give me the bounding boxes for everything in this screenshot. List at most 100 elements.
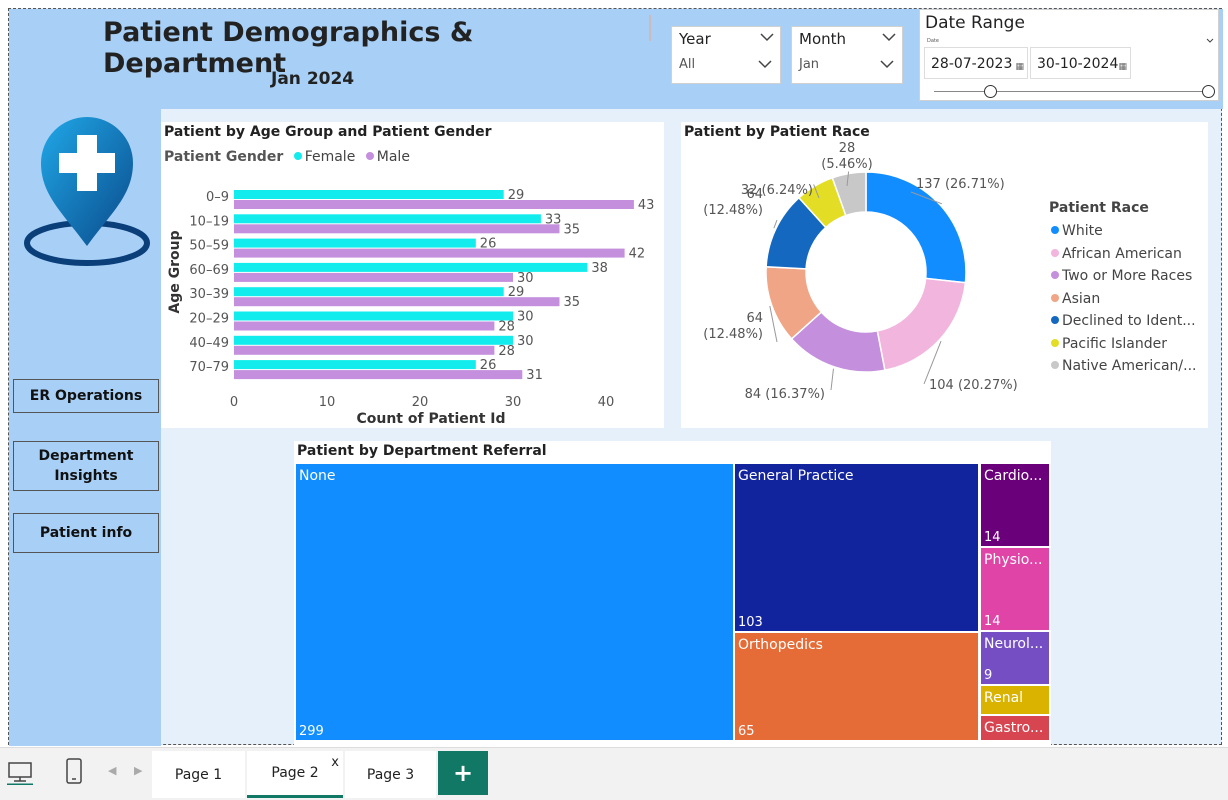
age-tick-label: 40–49 xyxy=(189,336,229,351)
race-data-label: 84 (16.37%) xyxy=(745,387,825,402)
treemap-label: Orthopedics xyxy=(738,637,823,653)
close-tab-icon[interactable]: x xyxy=(331,755,339,770)
race-data-label: (5.46%) xyxy=(821,157,872,172)
tab-page-3[interactable]: Page 3 xyxy=(345,751,436,798)
patient-info-button[interactable]: Patient info xyxy=(13,513,159,553)
chevron-down-icon[interactable] xyxy=(760,32,774,45)
end-date-value: 30-10-2024 xyxy=(1037,56,1119,72)
race-leader-line xyxy=(830,368,834,391)
treemap-value: 14 xyxy=(984,530,1001,545)
tab-page-2[interactable]: Page 2 x xyxy=(247,751,343,798)
treemap-cell[interactable]: Physio... 14 xyxy=(981,548,1049,630)
male-bar xyxy=(234,248,625,258)
age-gender-chart-card[interactable]: Patient by Age Group and Patient Gender … xyxy=(161,122,664,428)
race-data-label: (12.48%) xyxy=(703,203,763,218)
race-donut-chart: 137 (26.71%)104 (20.27%)84 (16.37%)64(12… xyxy=(703,141,1018,402)
canvas: Patient Demographics & Department Jan 20… xyxy=(0,0,1228,800)
chevron-down-icon[interactable] xyxy=(882,32,896,45)
treemap-label: Gastro... xyxy=(984,720,1044,736)
tab-page-1[interactable]: Page 1 xyxy=(152,751,245,798)
date-field-label: Date xyxy=(927,38,939,44)
date-slider-track[interactable] xyxy=(934,91,1212,92)
x-tick-label: 30 xyxy=(505,395,522,410)
female-bar xyxy=(234,311,513,321)
race-chart-card[interactable]: Patient by Patient Race Patient Race Whi… xyxy=(681,122,1208,428)
treemap-label: Renal xyxy=(984,690,1024,706)
treemap-cell[interactable]: Renal xyxy=(981,686,1049,714)
male-data-label: 28 xyxy=(498,320,515,335)
date-range-slicer[interactable]: Date Range Date 28-07-2023 ▦ 30-10-2024 … xyxy=(919,9,1219,101)
department-insights-button[interactable]: Department Insights xyxy=(13,441,159,491)
treemap-value: 299 xyxy=(299,724,324,739)
treemap-label: Neurol... xyxy=(984,636,1044,652)
treemap-value: 103 xyxy=(738,615,763,630)
female-bar xyxy=(234,214,541,224)
male-bar xyxy=(234,200,634,209)
calendar-icon[interactable]: ▦ xyxy=(1015,62,1024,72)
treemap-value: 9 xyxy=(984,668,993,683)
age-tick-label: 0–9 xyxy=(206,190,229,205)
treemap-cell[interactable]: Gastro... xyxy=(981,716,1049,740)
add-page-button[interactable]: + xyxy=(438,751,488,795)
plus-icon: + xyxy=(452,759,474,787)
age-tick-label: 70–79 xyxy=(189,360,229,375)
year-slicer[interactable]: Year All xyxy=(671,26,781,84)
department-chart-card[interactable]: Patient by Department Referral None 299 Ge… xyxy=(294,441,1051,746)
male-bar xyxy=(234,370,523,380)
female-data-label: 38 xyxy=(591,261,608,276)
year-slicer-title: Year xyxy=(679,30,711,48)
calendar-icon[interactable]: ▦ xyxy=(1118,62,1127,72)
treemap-cell[interactable]: Cardio... 14 xyxy=(981,464,1049,546)
date-slider-start-handle[interactable] xyxy=(984,85,997,98)
female-bar xyxy=(234,262,588,272)
prev-page-icon[interactable]: ◀ xyxy=(108,764,116,777)
race-data-label: 32 (6.24%) xyxy=(741,183,813,198)
x-tick-label: 20 xyxy=(412,395,429,410)
month-slicer[interactable]: Month Jan xyxy=(791,26,903,84)
age-tick-label: 10–19 xyxy=(189,214,229,229)
race-data-label: 137 (26.71%) xyxy=(916,177,1005,192)
x-tick-label: 40 xyxy=(598,395,615,410)
chevron-down-icon[interactable] xyxy=(1206,34,1214,47)
date-range-title: Date Range xyxy=(925,13,1025,33)
x-tick-label: 10 xyxy=(319,395,336,410)
male-data-label: 42 xyxy=(629,247,646,262)
chevron-down-icon[interactable] xyxy=(880,59,894,72)
treemap-cell[interactable]: Orthopedics 65 xyxy=(735,633,978,740)
treemap-label: General Practice xyxy=(738,468,854,484)
race-data-label: 28 xyxy=(839,141,856,156)
male-data-label: 30 xyxy=(517,271,534,286)
female-bar xyxy=(234,360,476,370)
next-page-icon[interactable]: ▶ xyxy=(134,764,142,777)
male-data-label: 35 xyxy=(564,222,581,237)
male-data-label: 28 xyxy=(498,344,515,359)
treemap-value: 14 xyxy=(984,614,1001,629)
treemap-cell[interactable]: General Practice 103 xyxy=(735,464,978,631)
treemap-cell[interactable]: None 299 xyxy=(296,464,733,740)
male-bar xyxy=(234,321,495,331)
age-tick-label: 30–39 xyxy=(189,287,229,302)
race-slice xyxy=(876,277,967,372)
male-bar xyxy=(234,272,513,282)
age-bar-chart: 0–9 294310–19 333550–59 264260–69 383030–39 2… xyxy=(167,188,654,427)
race-data-label: 104 (20.27%) xyxy=(929,378,1018,393)
er-operations-button[interactable]: ER Operations xyxy=(13,379,159,413)
start-date-value: 28-07-2023 xyxy=(931,56,1013,72)
date-slider-end-handle[interactable] xyxy=(1202,85,1215,98)
treemap-cell[interactable]: Neurol... 9 xyxy=(981,632,1049,684)
desktop-view-icon[interactable] xyxy=(6,761,34,785)
department-insights-label-2: Insights xyxy=(54,468,118,484)
month-slicer-title: Month xyxy=(799,30,847,48)
department-treemap: None 299 General Practice 103 Orthopedics 65 C… xyxy=(296,464,1049,746)
tab-page-2-label: Page 2 xyxy=(271,765,319,781)
female-data-label: 30 xyxy=(517,334,534,349)
race-data-label: (12.48%) xyxy=(703,327,763,342)
chevron-down-icon[interactable] xyxy=(758,59,772,72)
age-tick-label: 20–29 xyxy=(189,312,229,327)
female-bar xyxy=(234,238,476,248)
end-date-input[interactable]: 30-10-2024 ▦ xyxy=(1030,47,1131,79)
start-date-input[interactable]: 28-07-2023 ▦ xyxy=(924,47,1028,79)
mobile-view-icon[interactable] xyxy=(65,757,83,785)
race-data-label: 64 xyxy=(746,311,763,326)
page-navigation-bar: ◀ ▶ Page 1 Page 2 x Page 3 + xyxy=(0,747,1228,800)
